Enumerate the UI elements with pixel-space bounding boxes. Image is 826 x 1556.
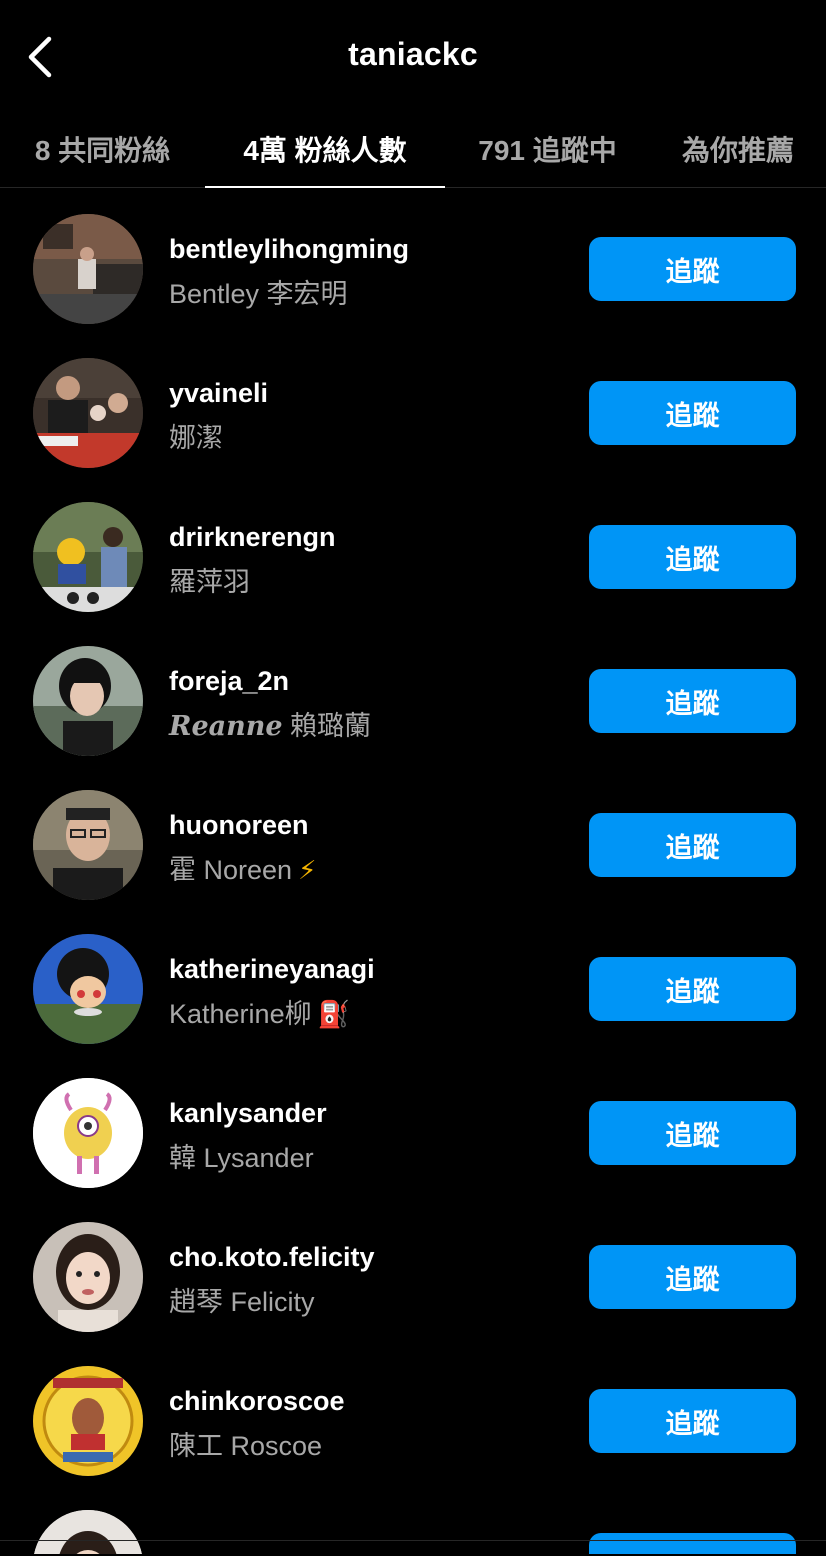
avatar[interactable] (33, 646, 143, 756)
username: kanlysander (169, 1098, 327, 1128)
tab-mutual-followers[interactable]: 8 共同粉絲 (0, 110, 205, 187)
fuel-pump-icon: ⛽ (317, 999, 350, 1029)
follow-button[interactable]: 追蹤 (589, 525, 796, 589)
username: katherineyanagi (169, 954, 375, 984)
avatar[interactable] (33, 502, 143, 612)
display-name: 陳工 Roscoe (169, 1431, 323, 1461)
avatar[interactable] (33, 358, 143, 468)
avatar[interactable] (33, 1366, 143, 1476)
display-name: 娜潔 (169, 423, 223, 453)
display-name: 韓 Lysander (169, 1143, 314, 1173)
follow-button[interactable] (589, 1533, 796, 1554)
page-title: taniackc (348, 36, 478, 72)
avatar[interactable] (33, 214, 143, 324)
lightning-icon: ⚡ (298, 855, 317, 885)
follow-button[interactable]: 追蹤 (589, 813, 796, 877)
tab-suggested[interactable]: 為你推薦 (650, 110, 826, 187)
username: drirknerengn (169, 522, 336, 552)
list-item[interactable]: foreja_2n Reanne 賴璐蘭 追蹤 (0, 630, 826, 774)
follow-button[interactable]: 追蹤 (589, 669, 796, 733)
divider (0, 1540, 826, 1541)
avatar[interactable] (33, 1078, 143, 1188)
list-item[interactable]: katherineyanagi Katherine柳 ⛽ 追蹤 (0, 918, 826, 1062)
avatar[interactable] (33, 934, 143, 1044)
display-name: 霍 Noreen ⚡ (169, 855, 317, 885)
follow-button[interactable]: 追蹤 (589, 957, 796, 1021)
follow-button[interactable]: 追蹤 (589, 1101, 796, 1165)
username: chinkoroscoe (169, 1386, 345, 1416)
username: bentleylihongming (169, 234, 409, 264)
list-item[interactable]: yvaineli 娜潔 追蹤 (0, 342, 826, 486)
display-name: 趙琴 Felicity (169, 1287, 315, 1317)
header: taniackc (0, 0, 826, 110)
username: yvaineli (169, 378, 269, 408)
display-name: Bentley 李宏明 (169, 279, 348, 309)
display-name: Katherine柳 ⛽ (169, 999, 350, 1029)
list-item[interactable]: kanlysander 韓 Lysander 追蹤 (0, 1062, 826, 1206)
avatar[interactable] (33, 1510, 143, 1554)
username: foreja_2n (169, 666, 290, 696)
follow-button[interactable]: 追蹤 (589, 381, 796, 445)
followers-screen: taniackc 8 共同粉絲 4萬 粉絲人數 791 追蹤中 為你推薦 ben… (0, 0, 826, 1556)
follow-button[interactable]: 追蹤 (589, 1389, 796, 1453)
follow-button[interactable]: 追蹤 (589, 237, 796, 301)
avatar[interactable] (33, 790, 143, 900)
display-name: 羅萍羽 (169, 567, 250, 597)
tab-followers[interactable]: 4萬 粉絲人數 (205, 110, 445, 188)
list-item[interactable]: drirknerengn 羅萍羽 追蹤 (0, 486, 826, 630)
list-item[interactable]: huonoreen 霍 Noreen ⚡ 追蹤 (0, 774, 826, 918)
list-item[interactable]: cho.koto.felicity 趙琴 Felicity 追蹤 (0, 1206, 826, 1350)
list-item[interactable]: chinkoroscoe 陳工 Roscoe 追蹤 (0, 1350, 826, 1494)
avatar[interactable] (33, 1222, 143, 1332)
tab-following[interactable]: 791 追蹤中 (445, 110, 650, 187)
tab-bar: 8 共同粉絲 4萬 粉絲人數 791 追蹤中 為你推薦 (0, 110, 826, 188)
follow-button[interactable]: 追蹤 (589, 1245, 796, 1309)
display-name: Reanne 賴璐蘭 (169, 711, 372, 742)
list-item-partial[interactable] (0, 1494, 826, 1554)
username: cho.koto.felicity (169, 1242, 375, 1272)
list-item[interactable]: bentleylihongming Bentley 李宏明 追蹤 (0, 198, 826, 342)
username: huonoreen (169, 810, 309, 840)
followers-list: bentleylihongming Bentley 李宏明 追蹤 yvainel… (0, 198, 826, 1554)
